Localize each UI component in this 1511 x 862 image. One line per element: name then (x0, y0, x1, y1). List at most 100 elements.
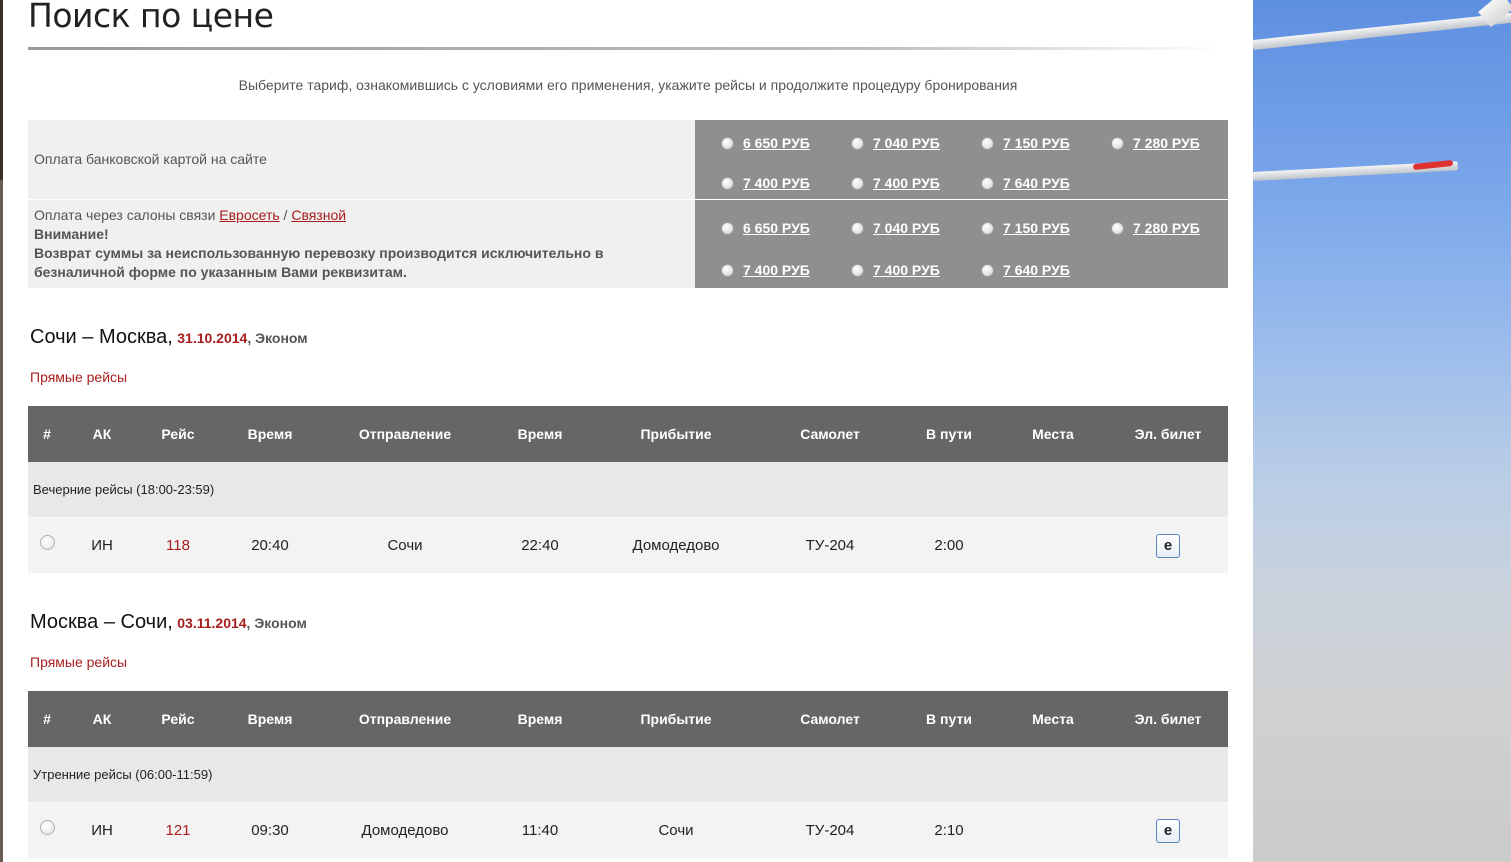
warning-text: Возврат суммы за неиспользованную перево… (34, 245, 604, 280)
radio-button[interactable] (981, 263, 994, 277)
price-link[interactable]: 7 400 РУБ (873, 262, 940, 278)
col-header: Время (517, 711, 563, 727)
col-header: Прибытие (640, 426, 712, 442)
col-header: Самолет (800, 711, 860, 727)
col-header: Отправление (358, 426, 452, 442)
flight-radio[interactable] (39, 535, 55, 550)
tariff-price-options: 6 650 РУБ 7 040 РУБ 7 150 РУБ 7 280 РУБ … (695, 120, 1228, 199)
tariff-table: Оплата банковской картой на сайте 6 650 … (28, 120, 1228, 288)
price-option[interactable]: 7 280 РУБ (1111, 133, 1241, 153)
col-header: Рейс (161, 426, 195, 442)
flights-table: # АК Рейс Время Отправление Время Прибыт… (28, 406, 1228, 573)
flight-radio[interactable] (39, 820, 55, 835)
col-header: Рейс (161, 711, 195, 727)
col-header: АК (92, 426, 112, 442)
departure-time: 09:30 (251, 822, 289, 839)
route-heading: Сочи – Москва, 31.10.2014, Эконом (30, 326, 308, 349)
arrival-airport: Домодедово (632, 537, 720, 554)
link-evroset[interactable]: Евросеть (219, 207, 279, 223)
col-header: Эл. билет (1134, 426, 1202, 442)
price-option[interactable]: 7 400 РУБ (851, 173, 981, 193)
radio-button[interactable] (981, 221, 994, 235)
price-link[interactable]: 7 400 РУБ (743, 175, 810, 191)
link-svyaznoy[interactable]: Связной (291, 207, 346, 223)
tariff-price-options: 6 650 РУБ 7 040 РУБ 7 150 РУБ 7 280 РУБ … (695, 200, 1228, 288)
radio-button[interactable] (851, 263, 864, 277)
wing-upper (1253, 11, 1511, 50)
duration: 2:10 (934, 822, 964, 839)
price-option[interactable]: 7 150 РУБ (981, 133, 1111, 153)
select-flight-cell (28, 535, 66, 550)
route-heading: Москва – Сочи, 03.11.2014, Эконом (30, 611, 307, 634)
radio-button[interactable] (851, 221, 864, 235)
col-header: Самолет (800, 426, 860, 442)
price-link[interactable]: 7 280 РУБ (1133, 135, 1200, 151)
col-header: В пути (926, 711, 972, 727)
price-link[interactable]: 6 650 РУБ (743, 220, 810, 236)
time-group-label: Утренние рейсы (06:00-11:59) (28, 747, 1228, 802)
price-link[interactable]: 6 650 РУБ (743, 135, 810, 151)
eticket-cell: e (1108, 533, 1228, 558)
route-class: , Эконом (246, 615, 307, 631)
price-option[interactable]: 7 640 РУБ (981, 260, 1111, 280)
col-header: # (43, 711, 51, 727)
col-header: Эл. билет (1134, 711, 1202, 727)
tariff-label: Оплата банковской картой на сайте (28, 120, 695, 199)
col-header: Время (517, 426, 563, 442)
radio-button[interactable] (851, 136, 864, 150)
col-header: Время (247, 426, 293, 442)
direct-flights-label: Прямые рейсы (30, 369, 128, 385)
select-flight-cell (28, 820, 66, 835)
col-header: АК (92, 711, 112, 727)
price-link[interactable]: 7 040 РУБ (873, 220, 940, 236)
price-link[interactable]: 7 150 РУБ (1003, 135, 1070, 151)
radio-button[interactable] (721, 221, 734, 235)
price-option[interactable]: 7 400 РУБ (851, 260, 981, 280)
price-link[interactable]: 7 640 РУБ (1003, 262, 1070, 278)
price-link[interactable]: 7 400 РУБ (743, 262, 810, 278)
price-link[interactable]: 7 280 РУБ (1133, 220, 1200, 236)
eticket-icon: e (1156, 818, 1180, 843)
price-option[interactable]: 7 400 РУБ (721, 173, 851, 193)
link-separator: / (283, 207, 288, 223)
price-option[interactable]: 6 650 РУБ (721, 218, 851, 238)
aircraft: ТУ-204 (805, 822, 855, 839)
price-link[interactable]: 7 400 РУБ (873, 175, 940, 191)
price-option[interactable]: 7 280 РУБ (1111, 218, 1241, 238)
radio-button[interactable] (721, 263, 734, 277)
radio-button[interactable] (1111, 221, 1124, 235)
price-link[interactable]: 7 040 РУБ (873, 135, 940, 151)
route-date: 31.10.2014 (177, 330, 248, 346)
table-row[interactable]: ИН 118 20:40 Сочи 22:40 Домодедово ТУ-20… (28, 517, 1228, 573)
flight-number: 121 (165, 822, 191, 839)
page-title: Поиск по цене (28, 0, 274, 35)
duration: 2:00 (934, 537, 964, 554)
arrival-time: 11:40 (521, 822, 559, 839)
table-header: # АК Рейс Время Отправление Время Прибыт… (28, 406, 1228, 462)
departure-airport: Домодедово (361, 822, 449, 839)
table-row[interactable]: ИН 121 09:30 Домодедово 11:40 Сочи ТУ-20… (28, 802, 1228, 858)
price-link[interactable]: 7 150 РУБ (1003, 220, 1070, 236)
price-option[interactable]: 7 400 РУБ (721, 260, 851, 280)
price-option[interactable]: 7 040 РУБ (851, 218, 981, 238)
price-option[interactable]: 6 650 РУБ (721, 133, 851, 153)
radio-button[interactable] (1111, 136, 1124, 150)
route-title: Москва – Сочи, (30, 611, 173, 633)
radio-button[interactable] (721, 136, 734, 150)
col-header: Места (1032, 426, 1074, 442)
col-header: Время (247, 711, 293, 727)
radio-button[interactable] (721, 176, 734, 190)
price-option[interactable]: 7 040 РУБ (851, 133, 981, 153)
intro-text: Выберите тариф, ознакомившись с условиям… (238, 77, 1018, 93)
flight-number: 118 (166, 537, 190, 554)
tariff-label-prefix: Оплата через салоны связи (34, 207, 216, 223)
title-divider (28, 47, 1223, 50)
price-option[interactable]: 7 640 РУБ (981, 173, 1111, 193)
radio-button[interactable] (981, 176, 994, 190)
radio-button[interactable] (981, 136, 994, 150)
col-header: Прибытие (640, 711, 712, 727)
col-header: В пути (926, 426, 972, 442)
radio-button[interactable] (851, 176, 864, 190)
price-link[interactable]: 7 640 РУБ (1003, 175, 1070, 191)
price-option[interactable]: 7 150 РУБ (981, 218, 1111, 238)
